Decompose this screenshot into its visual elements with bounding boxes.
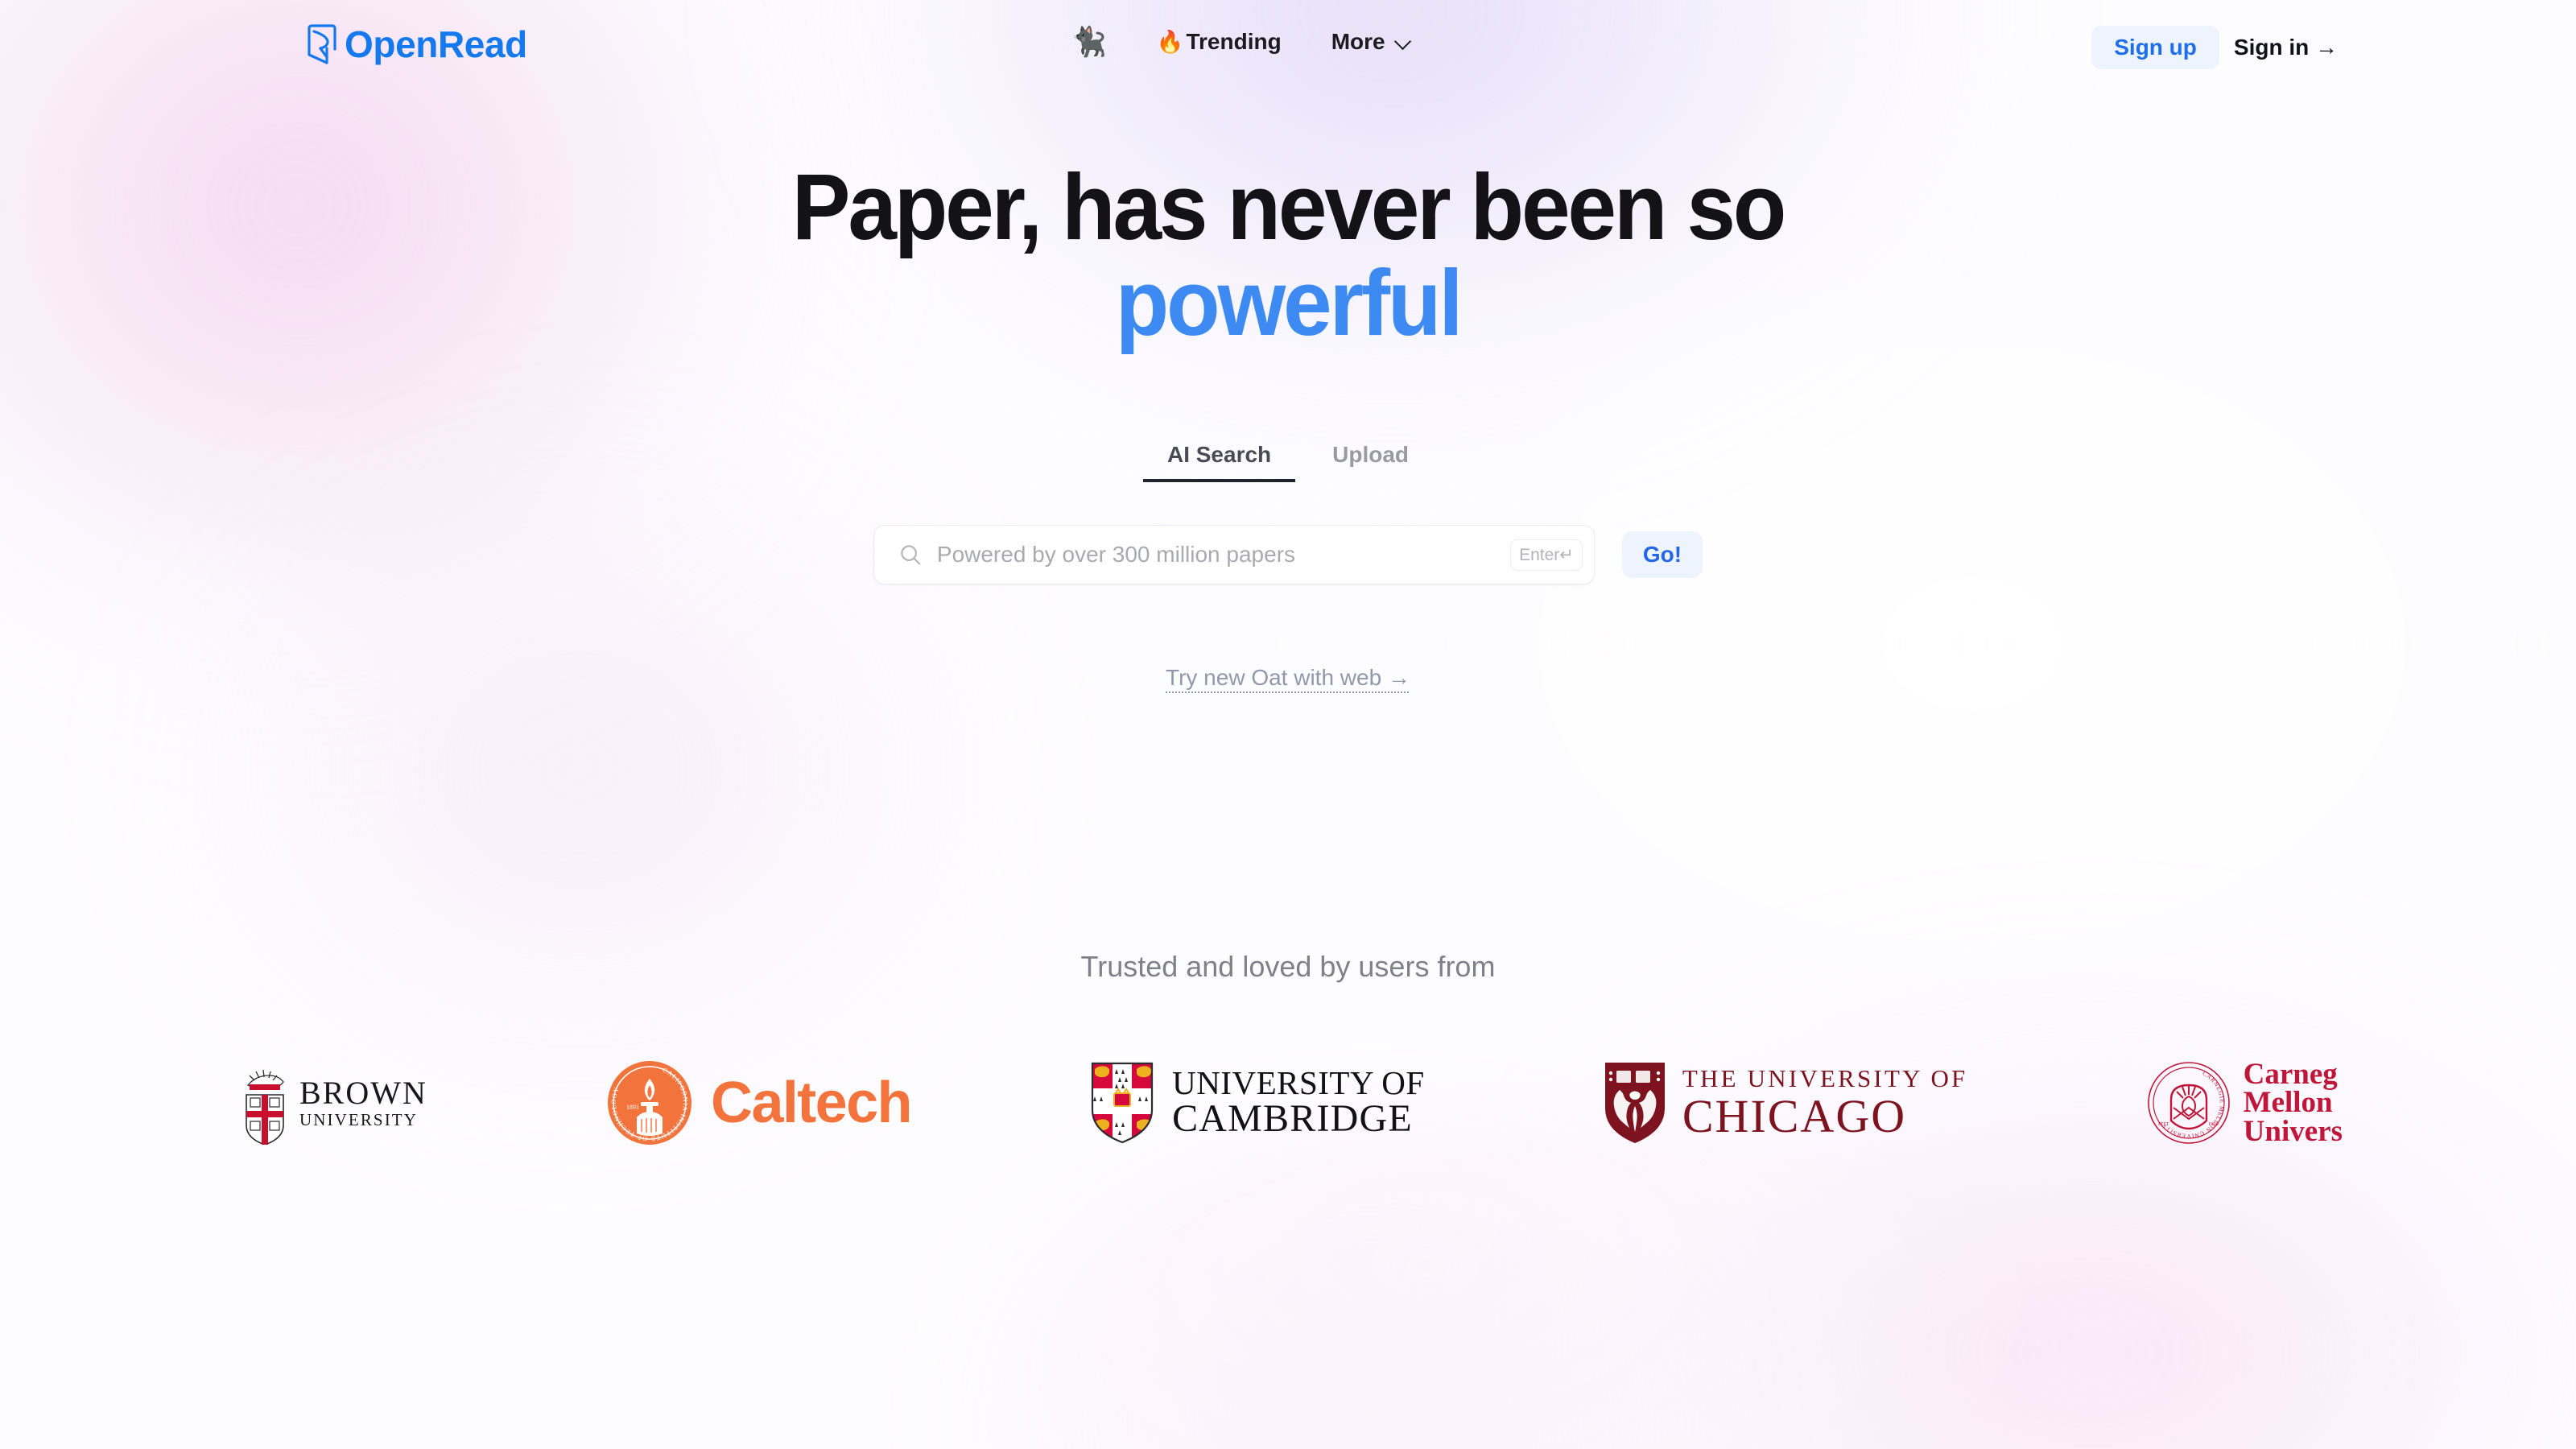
svg-text:1891: 1891 [626, 1104, 639, 1111]
caltech-wordmark: Caltech [711, 1071, 912, 1135]
nav-item-trending[interactable]: 🔥 Trending [1157, 29, 1282, 55]
nav-item-more[interactable]: More [1331, 29, 1413, 55]
chevron-down-icon [1395, 33, 1413, 51]
landing-page: OpenRead 🐈‍⬛ 🔥 Trending More Sign up Sig… [0, 0, 2576, 1449]
search-mode-tabs: AI Search Upload [0, 439, 2576, 482]
brown-subtitle: UNIVERSITY [299, 1110, 418, 1129]
primary-nav: 🐈‍⬛ 🔥 Trending More [1071, 27, 1413, 56]
nav-trending-label: Trending [1186, 29, 1282, 54]
chicago-line-1: THE UNIVERSITY OF [1682, 1064, 1968, 1092]
brown-name: BROWN [299, 1075, 427, 1111]
cat-icon[interactable]: 🐈‍⬛ [1071, 27, 1107, 56]
nav-more-label: More [1331, 29, 1385, 54]
cambridge-line-2: CAMBRIDGE [1172, 1097, 1413, 1141]
sign-up-button[interactable]: Sign up [2091, 26, 2219, 69]
enter-key-badge[interactable]: Enter↵ [1510, 539, 1583, 571]
logo-university-of-cambridge[interactable]: UNIVERSITY OF CAMBRIDGE [1090, 1055, 1425, 1150]
try-oat-with-web-link[interactable]: Try new Oat with web → [1166, 665, 1410, 690]
fire-icon: 🔥 [1156, 29, 1184, 54]
chicago-line-2: CHICAGO [1682, 1090, 1907, 1142]
cambridge-shield-icon [1091, 1062, 1154, 1144]
cmu-seal-icon: CARNEGIE MELLON UNIVERSITY PITT 1900 [2147, 1062, 2230, 1144]
openread-logo-icon [308, 24, 336, 64]
trusted-heading: Trusted and loved by users from [1080, 950, 1496, 983]
site-header: OpenRead 🐈‍⬛ 🔥 Trending More Sign up Sig… [0, 0, 2576, 103]
page-title: Paper, has never been so powerful [77, 159, 2499, 352]
caltech-seal-icon: CALIFORNIA INSTITUTE OF TECHNOLOGY 1891 [608, 1061, 692, 1145]
svg-text:1900: 1900 [2208, 1121, 2219, 1127]
search-box[interactable]: Enter↵ [873, 525, 1595, 584]
oat-promo: Try new Oat with web → [0, 665, 2576, 691]
svg-text:PITT: PITT [2158, 1121, 2169, 1127]
sign-in-link[interactable]: Sign in → [2227, 24, 2344, 71]
logo-caltech[interactable]: CALIFORNIA INSTITUTE OF TECHNOLOGY 1891 … [606, 1055, 913, 1150]
go-button[interactable]: Go! [1621, 531, 1703, 578]
hero-section: Paper, has never been so powerful [0, 159, 2576, 352]
auth-actions: Sign up Sign in → [2091, 24, 2344, 71]
logo-brown-university[interactable]: BROWN UNIVERSITY [242, 1055, 427, 1150]
svg-text:CARNEGIE MELLON UNIVERSITY: CARNEGIE MELLON UNIVERSITY [2160, 1070, 2226, 1141]
cmu-line-2: Mellon [2243, 1086, 2333, 1120]
brand-name: OpenRead [345, 23, 527, 65]
cmu-line-3: Univers [2243, 1114, 2343, 1148]
tab-ai-search[interactable]: AI Search [1142, 439, 1296, 482]
university-logos: BROWN UNIVERSITY CALIFORNIA INSTITUTE OF… [242, 1046, 2343, 1159]
cmu-line-1: Carneg [2243, 1057, 2338, 1091]
brown-crest-icon [246, 1069, 284, 1145]
chicago-shield-icon [1604, 1063, 1665, 1144]
brand-logo-link[interactable]: OpenRead [306, 24, 527, 64]
logo-carnegie-mellon-university[interactable]: CARNEGIE MELLON UNIVERSITY PITT 1900 Car… [2147, 1055, 2343, 1150]
headline-accent: powerful [1115, 250, 1463, 356]
search-icon [901, 545, 921, 565]
logo-university-of-chicago[interactable]: THE UNIVERSITY OF CHICAGO [1604, 1055, 1968, 1150]
tab-upload[interactable]: Upload [1308, 439, 1433, 482]
cambridge-line-1: UNIVERSITY OF [1172, 1063, 1425, 1101]
headline-line-1: Paper, has never been so [791, 155, 1787, 259]
search-row: Enter↵ Go! [0, 525, 2576, 584]
search-input[interactable] [936, 526, 1511, 584]
